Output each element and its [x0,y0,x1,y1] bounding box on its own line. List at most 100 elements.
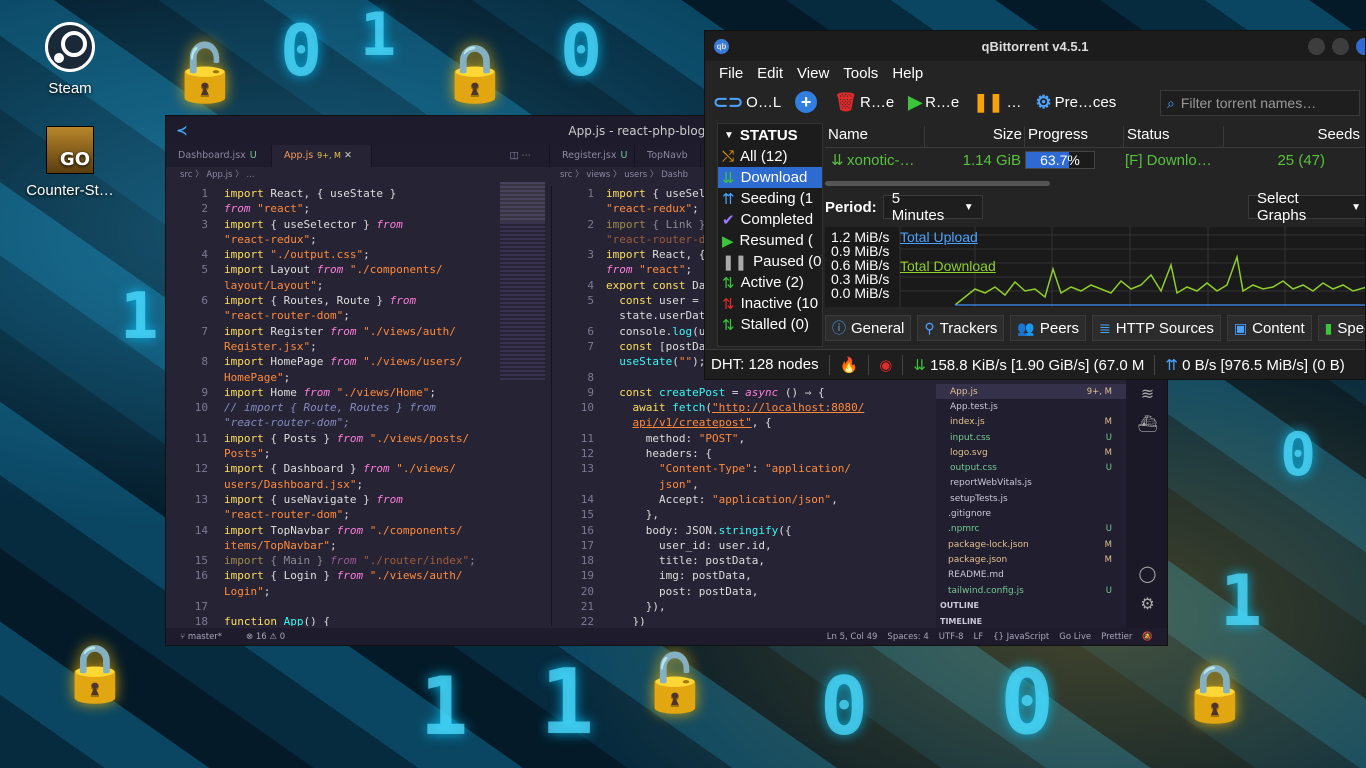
menu-edit[interactable]: Edit [757,65,783,82]
indent-setting[interactable]: Spaces: 4 [887,632,928,642]
explorer-item[interactable]: App.test.js [936,399,1126,414]
explorer-item[interactable]: setupTests.js [936,491,1126,506]
open-url-button[interactable]: ⊂⊃ O…L [713,92,781,113]
status-stalled[interactable]: ⇅ Stalled (0) [718,314,822,335]
tab-register[interactable]: Register.jsx U [550,145,635,167]
explorer-item[interactable]: .npmrc U [936,522,1126,537]
status-seeding[interactable]: ⇈ Seeding (1 [718,188,822,209]
explorer-item[interactable]: input.css U [936,430,1126,445]
status-filter-pane: ▼ STATUS ⤭ All (12) ⇊ Download ⇈ Seeding (1 … [717,123,823,347]
trash-icon: 🗑 [834,91,858,112]
cursor-position[interactable]: Ln 5, Col 49 [827,632,878,642]
status-paused[interactable]: ❚❚ Paused (0) [718,251,822,272]
play-icon: ▶ [908,91,923,112]
editor-left[interactable]: 1 2 3 4 5 6 7 8 9 10 11 12 13 14 15 16 17 18 import React… [166,186,551,626]
remove-button[interactable]: 🗑 R…e [834,92,894,113]
line-number [166,507,208,522]
column-seeds[interactable]: Seeds [1224,126,1364,147]
explorer-item[interactable]: App.js 9+, M [936,384,1126,400]
bell-icon[interactable]: 🔕 [1142,632,1153,642]
menu-file[interactable]: File [719,65,743,82]
location-icon: ⚲ [924,319,935,336]
pause-button[interactable]: ❚❚… [973,92,1021,113]
select-graphs-dropdown[interactable]: Select Graphs ▼ [1248,190,1365,224]
close-icon[interactable]: ✕ [344,150,352,161]
connection-status-icon[interactable]: ◉ [879,356,892,374]
branch-indicator[interactable]: ⑂ master* [180,632,222,642]
status-resumed[interactable]: ▶ Resumed ( [718,230,822,251]
explorer-item[interactable]: package.json M [936,552,1126,567]
column-name[interactable]: Name [825,126,925,147]
language-mode[interactable]: {} JavaScript [993,632,1049,642]
preferences-button[interactable]: ⚙ Pre…ces [1035,92,1116,113]
explorer-item[interactable]: index.js M [936,415,1126,430]
upload-speed[interactable]: ⇈ 0 B/s [976.5 MiB/s] (0 B) [1165,356,1344,374]
peers-icon: 👥 [1017,319,1035,336]
column-size[interactable]: Size [925,126,1025,147]
filter-input[interactable]: ⌕ Filter torrent names… [1160,90,1360,116]
maximize-button[interactable] [1332,38,1349,55]
menu-tools[interactable]: Tools [843,65,878,82]
explorer-item[interactable]: package-lock.json M [936,537,1126,552]
line-number: 13 [580,462,594,476]
horizontal-scrollbar[interactable] [825,181,1050,186]
tab-http-sources[interactable]: ≣ HTTP Sources [1092,315,1221,341]
status-inactive[interactable]: ⇅ Inactive (10 [718,293,822,314]
status-completed[interactable]: ✔ Completed [718,209,822,230]
encoding-setting[interactable]: UTF-8 [939,632,964,642]
status-all[interactable]: ⤭ All (12) [718,146,822,167]
line-number: 1 [587,187,594,200]
column-progress[interactable]: Progress [1025,126,1124,147]
explorer-item[interactable]: README.md [936,568,1126,583]
tab-topnavbar[interactable]: TopNavb [635,145,701,167]
tab-dashboard[interactable]: Dashboard.jsx U [166,145,272,167]
status-header[interactable]: ▼ STATUS [718,124,822,146]
line-number: 3 [587,248,594,262]
menu-help[interactable]: Help [892,65,923,82]
layers-icon[interactable]: ≋ [1138,384,1158,404]
explorer-item[interactable]: reportWebVitals.js [936,476,1126,491]
add-torrent-button[interactable]: + [795,91,820,113]
prettier-button[interactable]: Prettier [1101,632,1132,642]
status-downloading[interactable]: ⇊ Download [718,167,822,188]
resume-button[interactable]: ▶ R…e [908,92,959,113]
eol-setting[interactable]: LF [974,632,984,642]
line-number: 4 [587,278,594,292]
desktop-icon-steam[interactable]: Steam [22,22,118,97]
tab-speed[interactable]: ▮Speed [1317,315,1365,341]
status-active[interactable]: ⇅ Active (2) [718,272,822,293]
torrent-row[interactable]: ⇊ xonotic-… 1.14 GiB 63.7% [F] Downlo… 2… [825,148,1365,172]
minimap-slider[interactable] [500,182,545,222]
explorer-item[interactable]: output.css U [936,460,1126,475]
explorer-item[interactable]: OUTLINE [936,598,1126,613]
minimize-button[interactable] [1308,38,1325,55]
menu-view[interactable]: View [797,65,829,82]
explorer-item[interactable]: logo.svg M [936,445,1126,460]
split-editor-icon[interactable]: ◫ ⋯ [372,145,550,167]
settings-gear-icon[interactable]: ⚙ [1138,594,1158,614]
explorer-item[interactable]: tailwind.config.js U [936,583,1126,598]
download-speed[interactable]: ⇊ 158.8 KiB/s [1.90 GiB/s] (67.0 M [913,356,1144,374]
tab-peers[interactable]: 👥 Peers [1010,315,1087,341]
explorer-item[interactable]: TIMELINE [936,613,1126,628]
flame-icon[interactable]: 🔥 [840,356,859,374]
problems-indicator[interactable]: ⊗ 16 ⚠ 0 [246,632,285,642]
line-number: 18 [580,554,594,568]
explorer-item[interactable]: .gitignore [936,506,1126,521]
tab-content[interactable]: ▣ Content [1226,315,1312,341]
tab-general[interactable]: ⓘ General [825,315,912,341]
torrent-list-header: Name Size Progress Status Seeds [825,126,1365,148]
period-select[interactable]: 5 Minutes ▼ [882,190,983,224]
account-icon[interactable]: ◯ [1138,564,1158,584]
line-number: 8 [201,355,208,369]
tab-app-js[interactable]: App.js 9+, M ✕ [272,145,372,167]
chevron-down-icon: ▼ [963,201,974,213]
window-title: qBittorrent v4.5.1 [981,38,1089,54]
y-tick-label: 0.0 MiB/s [831,285,890,301]
go-live-button[interactable]: Go Live [1059,632,1091,642]
desktop-icon-counter-strike[interactable]: GO Counter-St… [22,126,118,199]
column-status[interactable]: Status [1124,126,1224,147]
docker-icon[interactable]: ⛴ [1138,414,1158,434]
close-button[interactable] [1356,38,1365,55]
tab-trackers[interactable]: ⚲ Trackers [917,315,1005,341]
